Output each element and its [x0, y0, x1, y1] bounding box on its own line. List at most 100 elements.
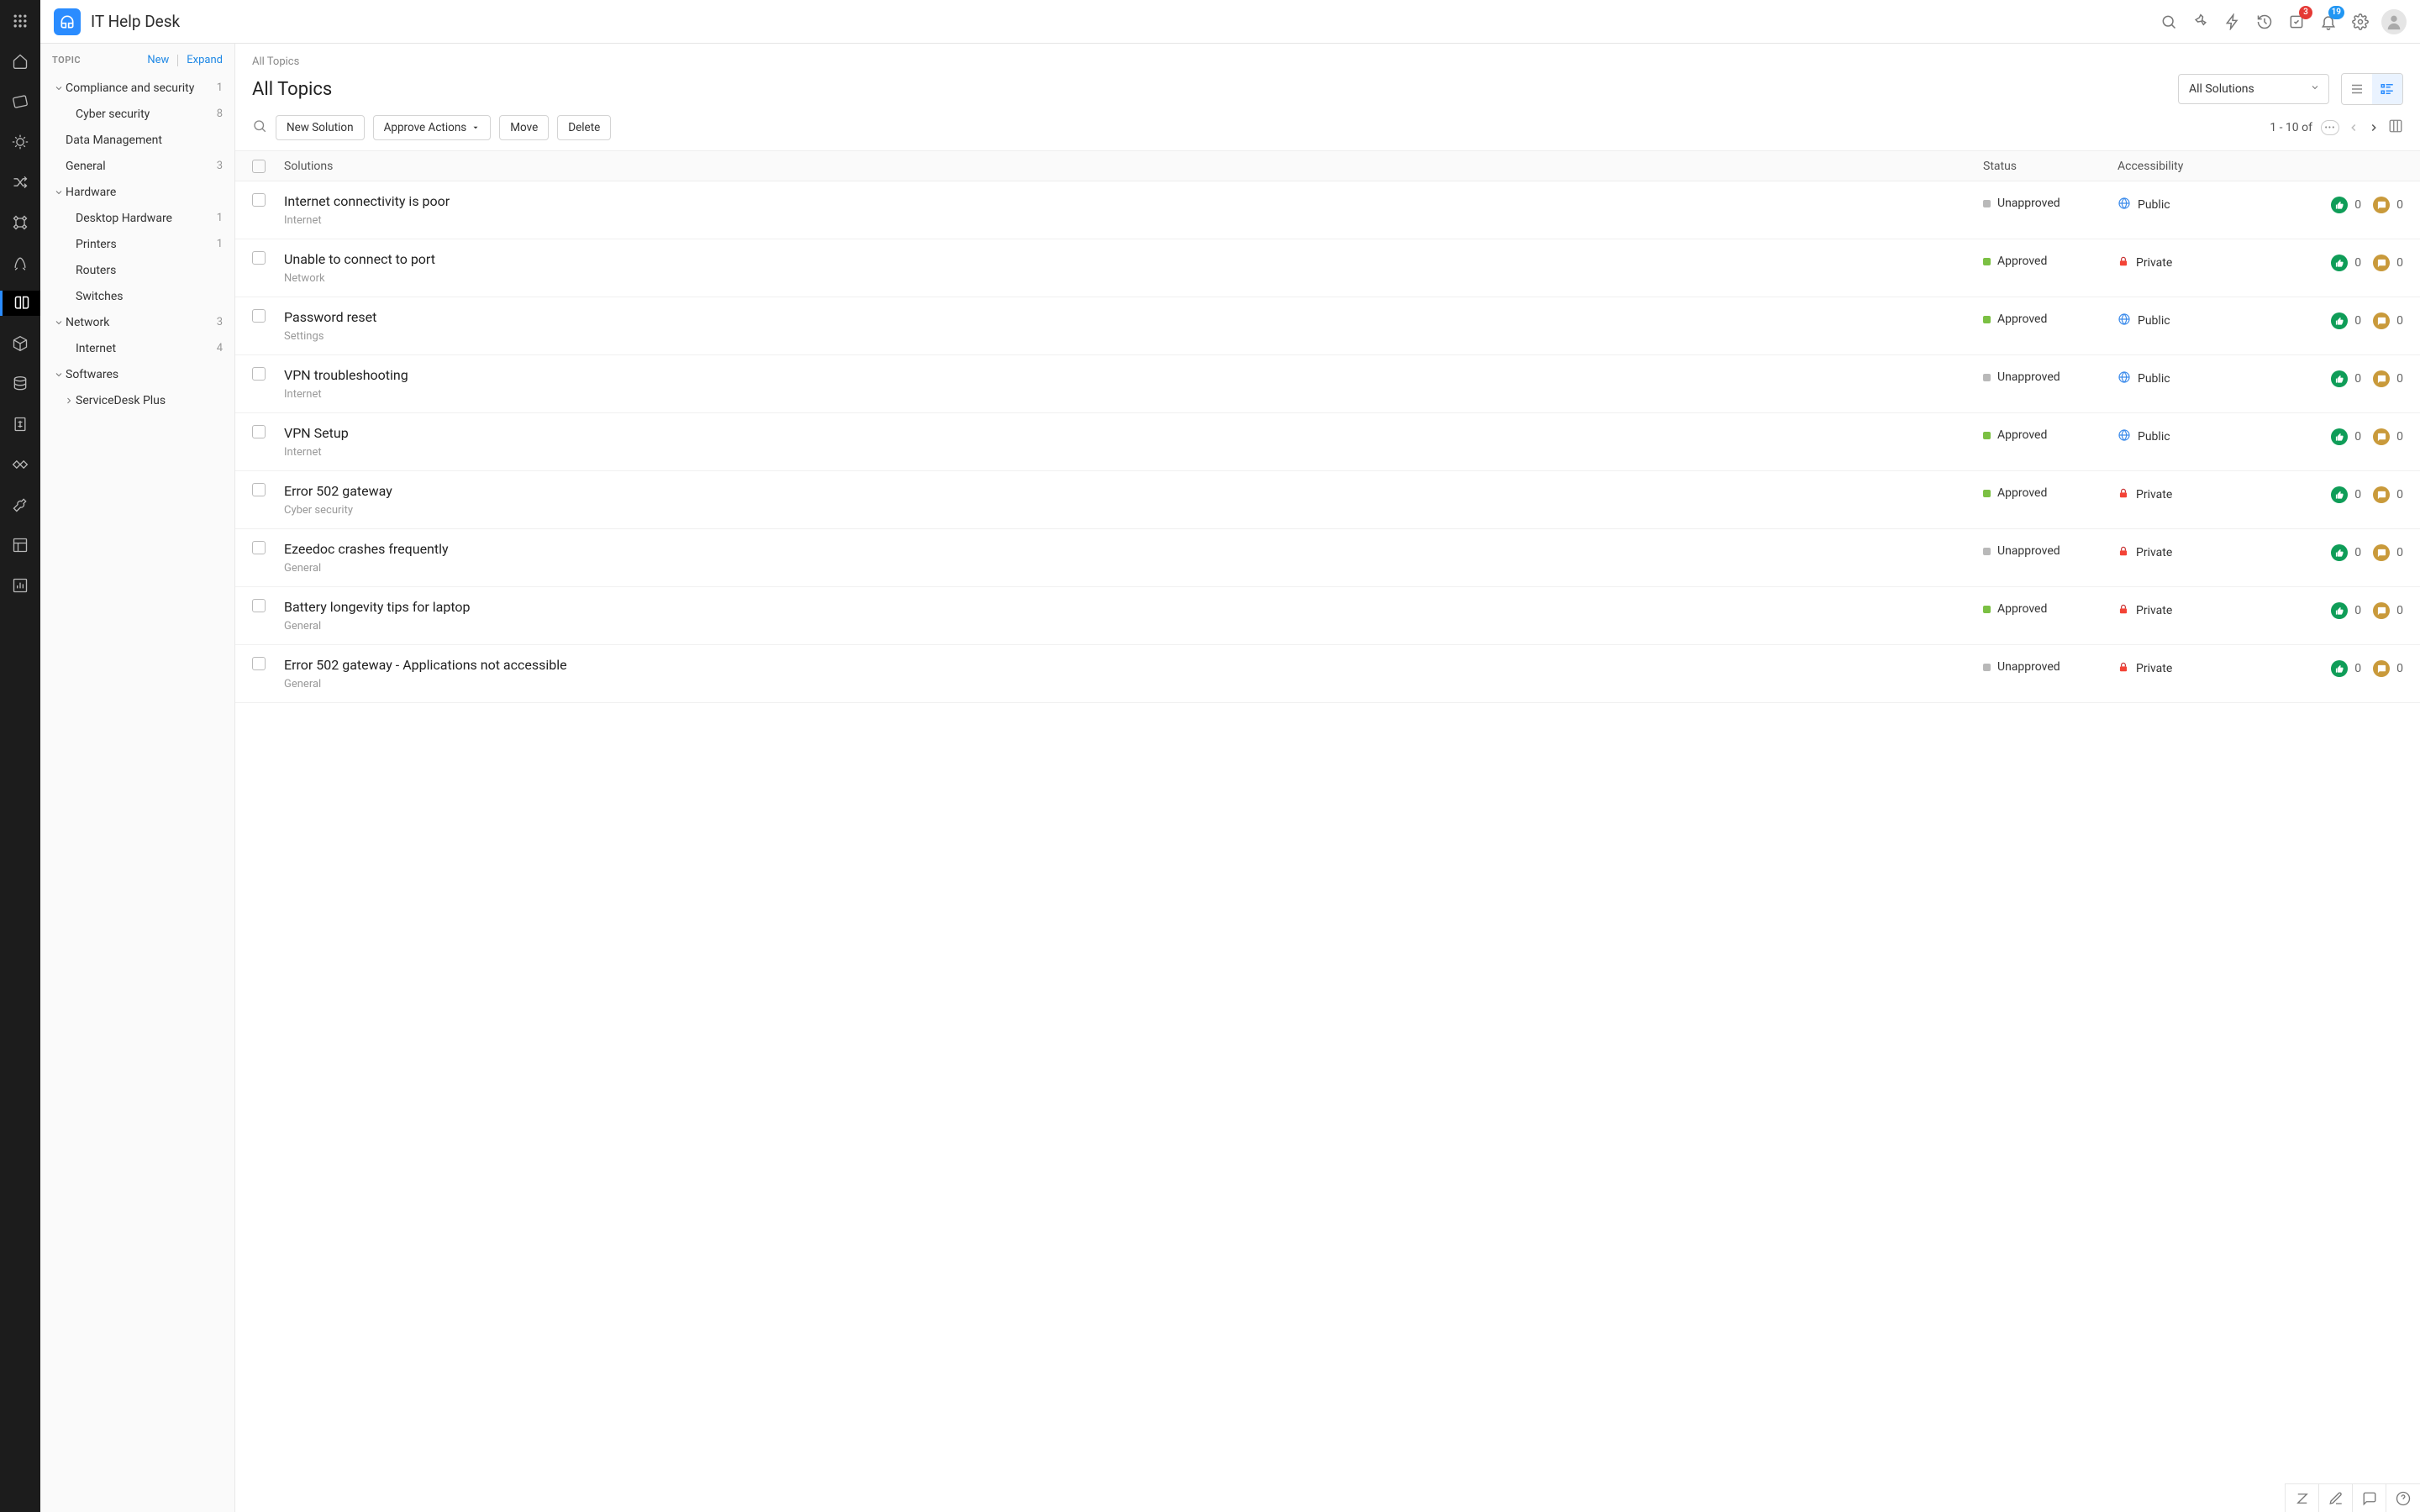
- tree-item[interactable]: ServiceDesk Plus: [40, 387, 234, 413]
- table-row[interactable]: Password resetSettingsApprovedPublic00: [235, 297, 2420, 355]
- rail-cube-icon[interactable]: [0, 331, 40, 356]
- rail-rocket-icon[interactable]: [0, 250, 40, 276]
- rail-knowledge-icon[interactable]: [0, 291, 40, 316]
- footer-chat-icon[interactable]: [2353, 1484, 2386, 1512]
- filter-dropdown[interactable]: All Solutions: [2178, 74, 2329, 104]
- move-button[interactable]: Move: [499, 115, 549, 140]
- view-detail-icon[interactable]: [2372, 74, 2402, 104]
- status-text: Unapproved: [1997, 544, 2060, 558]
- rail-reports-icon[interactable]: [0, 573, 40, 598]
- row-checkbox[interactable]: [252, 599, 266, 612]
- column-settings-icon[interactable]: [2388, 118, 2403, 137]
- col-solutions[interactable]: Solutions: [284, 160, 1983, 173]
- rail-home-icon[interactable]: [0, 49, 40, 74]
- accessibility-text: Public: [2138, 198, 2170, 212]
- table-row[interactable]: Internet connectivity is poorInternetUna…: [235, 181, 2420, 239]
- topbar-avatar[interactable]: [2381, 9, 2407, 34]
- new-solution-button[interactable]: New Solution: [276, 115, 365, 140]
- topbar-pending-icon[interactable]: 3: [2286, 11, 2307, 33]
- rail-ticket-icon[interactable]: [0, 89, 40, 114]
- delete-button[interactable]: Delete: [557, 115, 611, 140]
- thumbs-up-icon: [2331, 602, 2348, 619]
- rail-wrench-icon[interactable]: [0, 492, 40, 517]
- table-row[interactable]: VPN troubleshootingInternetUnapprovedPub…: [235, 355, 2420, 413]
- accessibility-text: Public: [2138, 372, 2170, 386]
- solution-category: Cyber security: [284, 504, 1983, 517]
- comments-count: 0: [2396, 372, 2403, 386]
- tree-item[interactable]: Softwares: [40, 361, 234, 387]
- tree-item-count: 3: [217, 160, 223, 172]
- topbar-search-icon[interactable]: [2158, 11, 2180, 33]
- row-checkbox[interactable]: [252, 309, 266, 323]
- tree-item[interactable]: Compliance and security1: [40, 75, 234, 101]
- tree-item-label: Cyber security: [76, 108, 217, 121]
- table-row[interactable]: Battery longevity tips for laptopGeneral…: [235, 587, 2420, 645]
- table-row[interactable]: Error 502 gateway - Applications not acc…: [235, 645, 2420, 703]
- tree-item[interactable]: Cyber security8: [40, 101, 234, 127]
- footer-help-icon[interactable]: [2386, 1484, 2420, 1512]
- rail-database-icon[interactable]: [0, 371, 40, 396]
- pager-next-icon[interactable]: [2368, 122, 2380, 134]
- row-checkbox[interactable]: [252, 193, 266, 207]
- rail-layout-icon[interactable]: [0, 533, 40, 558]
- view-list-icon[interactable]: [2342, 74, 2372, 104]
- toolbar-search-icon[interactable]: [252, 118, 267, 137]
- tree-item-label: Routers: [76, 264, 223, 277]
- rail-apps-icon[interactable]: [0, 8, 40, 34]
- tree-item[interactable]: Switches: [40, 283, 234, 309]
- table-row[interactable]: Error 502 gatewayCyber securityApprovedP…: [235, 471, 2420, 529]
- tree-item-label: Data Management: [66, 134, 223, 147]
- col-status[interactable]: Status: [1983, 160, 2118, 173]
- tree-item[interactable]: General3: [40, 153, 234, 179]
- solution-title: Error 502 gateway: [284, 483, 1983, 499]
- tree-item[interactable]: Network3: [40, 309, 234, 335]
- topbar-settings-icon[interactable]: [2349, 11, 2371, 33]
- col-accessibility[interactable]: Accessibility: [2118, 160, 2294, 173]
- solution-category: Internet: [284, 388, 1983, 401]
- rail-shuffle-icon[interactable]: [0, 170, 40, 195]
- footer-compose-icon[interactable]: [2319, 1484, 2353, 1512]
- tree-item-count: 1: [217, 81, 223, 94]
- status-indicator-icon: [1983, 664, 1991, 671]
- tree-item-label: General: [66, 160, 217, 173]
- topbar-history-icon[interactable]: [2254, 11, 2275, 33]
- solution-title: VPN troubleshooting: [284, 367, 1983, 383]
- row-checkbox[interactable]: [252, 657, 266, 670]
- tree-item-label: Printers: [76, 238, 217, 251]
- rail-handshake-icon[interactable]: [0, 452, 40, 477]
- sidebar-expand-link[interactable]: Expand: [187, 54, 223, 66]
- tree-item[interactable]: Internet4: [40, 335, 234, 361]
- rail-invoice-icon[interactable]: [0, 412, 40, 437]
- row-checkbox[interactable]: [252, 367, 266, 381]
- tree-item[interactable]: Printers1: [40, 231, 234, 257]
- approve-actions-button[interactable]: Approve Actions: [373, 115, 492, 140]
- table-row[interactable]: Ezeedoc crashes frequentlyGeneralUnappro…: [235, 529, 2420, 587]
- rail-tools-icon[interactable]: [0, 210, 40, 235]
- solution-category: Internet: [284, 446, 1983, 459]
- table-row[interactable]: VPN SetupInternetApprovedPublic00: [235, 413, 2420, 471]
- row-checkbox[interactable]: [252, 483, 266, 496]
- row-checkbox[interactable]: [252, 541, 266, 554]
- breadcrumb[interactable]: All Topics: [235, 44, 2420, 71]
- table-row[interactable]: Unable to connect to portNetworkApproved…: [235, 239, 2420, 297]
- accessibility-text: Public: [2138, 314, 2170, 328]
- topbar-notifications-icon[interactable]: 19: [2317, 11, 2339, 33]
- row-checkbox[interactable]: [252, 425, 266, 438]
- likes-count: 0: [2354, 314, 2361, 328]
- rail-bug-icon[interactable]: [0, 129, 40, 155]
- select-all-checkbox[interactable]: [252, 160, 266, 173]
- tree-item[interactable]: Data Management: [40, 127, 234, 153]
- tree-item[interactable]: Routers: [40, 257, 234, 283]
- topbar-pin-icon[interactable]: [2190, 11, 2212, 33]
- sidebar-new-link[interactable]: New: [147, 54, 169, 66]
- tree-item[interactable]: Hardware: [40, 179, 234, 205]
- chevron-icon: [52, 187, 66, 197]
- chevron-down-icon: [2310, 82, 2320, 96]
- footer-zia-icon[interactable]: [2286, 1484, 2319, 1512]
- topbar-bolt-icon[interactable]: [2222, 11, 2244, 33]
- tree-item-label: Softwares: [66, 368, 223, 381]
- pager-prev-icon[interactable]: [2348, 122, 2360, 134]
- pager-more-icon[interactable]: •••: [2321, 120, 2339, 135]
- row-checkbox[interactable]: [252, 251, 266, 265]
- tree-item[interactable]: Desktop Hardware1: [40, 205, 234, 231]
